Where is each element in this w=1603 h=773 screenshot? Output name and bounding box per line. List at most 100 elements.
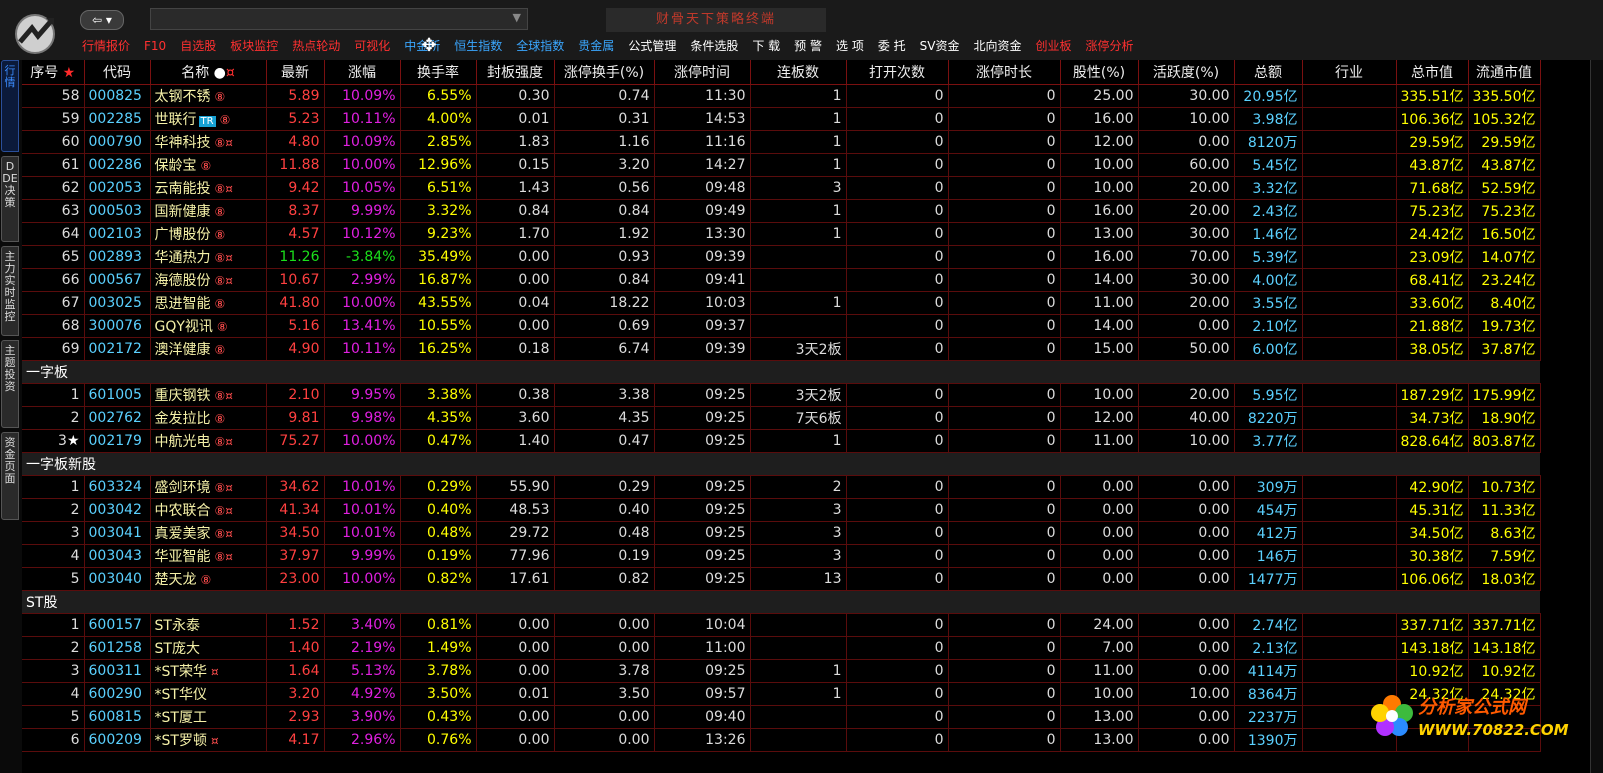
cell-seal: 0.30	[476, 84, 555, 108]
column-header[interactable]: 总市值	[1396, 60, 1469, 85]
column-header[interactable]: 涨停换手(%)	[554, 60, 655, 85]
table-row[interactable]: 2 002762 金发拉比 ⑧ 9.81 9.98% 4.35% 3.60 4.35 09:25 7…	[22, 406, 1541, 430]
table-row[interactable]: 2 003042 中农联合 ⑧¤ 41.34 10.01% 0.40% 48.53 0.40 09…	[22, 498, 1541, 522]
back-forward-button[interactable]: ⇦ ▾	[80, 10, 124, 30]
column-header[interactable]: 股性(%)	[1060, 60, 1139, 85]
menu-item[interactable]: 涨停分析	[1086, 36, 1134, 56]
table-row[interactable]: 3 600311 *ST荣华 ¤ 1.64 5.13% 3.78% 0.00 3.78 09:25…	[22, 659, 1541, 683]
menu-item[interactable]: 热点轮动	[292, 36, 340, 56]
table-row[interactable]: 2 601258 ST庞大 1.40 2.19% 1.49% 0.00 0.00 11:00 0 0…	[22, 636, 1541, 660]
table-row[interactable]: 1 601005 重庆钢铁 ⑧¤ 2.10 9.95% 3.38% 0.38 3.38 09:25…	[22, 383, 1541, 407]
menu-item[interactable]: 委 托	[878, 36, 906, 56]
column-header[interactable]: 代码	[84, 60, 151, 85]
menu-item[interactable]: 选 项	[836, 36, 864, 56]
cell-amt: 2.10亿	[1234, 314, 1303, 338]
column-header[interactable]: 换手率	[400, 60, 477, 85]
table-row[interactable]: 6 600209 *ST罗顿 ¤ 4.17 2.96% 0.76% 0.00 0.00 13:26…	[22, 728, 1541, 752]
cell-amt: 1.46亿	[1234, 222, 1303, 246]
table-row[interactable]: 58 000825 太钢不锈 ⑧ 5.89 10.09% 6.55% 0.30 0.74 11:3…	[22, 84, 1541, 108]
chevron-down-icon[interactable]: ▼	[513, 11, 521, 24]
menu-item[interactable]: F10	[144, 36, 166, 56]
table-row[interactable]: 65 002893 华通热力 ⑧¤ 11.26 -3.84% 35.49% 0.00 0.93 0…	[22, 245, 1541, 269]
menu-item[interactable]: 自选股	[180, 36, 216, 56]
stock-name-cell: *ST罗顿 ¤	[150, 728, 267, 752]
table-row[interactable]: 3 003041 真爱美家 ⑧¤ 34.50 10.01% 0.48% 29.72 0.48 09…	[22, 521, 1541, 545]
sort-star-icon[interactable]: ★	[58, 65, 76, 81]
cell-active: 50.00	[1138, 337, 1235, 361]
menu-item[interactable]: SV资金	[920, 36, 960, 56]
menu-item[interactable]: 公式管理	[628, 36, 676, 56]
menu-item[interactable]: 北向资金	[973, 36, 1021, 56]
cell-amt: 3.98亿	[1234, 107, 1303, 131]
menu-item[interactable]: 贵金属	[578, 36, 614, 56]
column-header[interactable]: 流通市值	[1468, 60, 1541, 85]
cell-ind	[1302, 521, 1397, 545]
column-header[interactable]: 涨幅	[324, 60, 401, 85]
cell-zttime: 09:25	[654, 383, 751, 407]
table-row[interactable]: 61 002286 保龄宝 ⑧ 11.88 10.00% 12.96% 0.15 3.20 14:…	[22, 153, 1541, 177]
vertical-scrollbar[interactable]	[1590, 60, 1603, 773]
cell-zttime: 13:30	[654, 222, 751, 246]
table-row[interactable]: 60 000790 华神科技 ⑧¤ 4.80 10.09% 2.85% 1.83 1.16 11:…	[22, 130, 1541, 154]
cell-seal: 0.00	[476, 636, 555, 660]
table-row[interactable]: 4 003043 华亚智能 ⑧¤ 37.97 9.99% 0.19% 77.96 0.19 09:…	[22, 544, 1541, 568]
column-header[interactable]: 涨停时间	[654, 60, 751, 85]
menu-item[interactable]: 行情报价	[82, 36, 130, 56]
column-header[interactable]: 行业	[1302, 60, 1397, 85]
cell-turn: 4.00%	[400, 107, 477, 131]
column-header[interactable]: 总额	[1234, 60, 1303, 85]
column-header[interactable]: 打开次数	[846, 60, 949, 85]
table-row[interactable]: 68 300076 GQY视讯 ⑧ 5.16 13.41% 10.55% 0.00 0.69 09…	[22, 314, 1541, 338]
column-header[interactable]: 名称 ●¤	[150, 60, 267, 85]
menu-item[interactable]: 条件选股	[690, 36, 738, 56]
table-row[interactable]: 62 002053 云南能投 ⑧¤ 9.42 10.05% 6.51% 1.43 0.56 09:…	[22, 176, 1541, 200]
column-header[interactable]: 活跃度(%)	[1138, 60, 1235, 85]
menu-item[interactable]: 可视化	[354, 36, 390, 56]
cell-chg: 3.90%	[324, 705, 401, 729]
stock-name: *ST厦工	[154, 710, 207, 726]
left-tab[interactable]: 主题投资	[1, 340, 19, 428]
table-row[interactable]: 59 002285 世联行 TR ⑧ 5.23 10.11% 4.00% 0.01 0.31 14:…	[22, 107, 1541, 131]
column-header-label: 流通市值	[1476, 65, 1532, 81]
column-header[interactable]: 最新	[266, 60, 325, 85]
table-row[interactable]: 1 600157 ST永泰 1.52 3.40% 0.81% 0.00 0.00 10:04 0 0…	[22, 613, 1541, 637]
menu-item[interactable]: 板块监控	[230, 36, 278, 56]
table-row[interactable]: 4 600290 *ST华仪 3.20 4.92% 3.50% 0.01 3.50 09:57 1…	[22, 682, 1541, 706]
cell-chg: 4.92%	[324, 682, 401, 706]
table-row[interactable]: 5 003040 楚天龙 ⑧ 23.00 10.00% 0.82% 17.61 0.82 09:2…	[22, 567, 1541, 591]
table-row[interactable]: 5 600815 *ST厦工 2.93 3.90% 0.43% 0.00 0.00 09:40 0…	[22, 705, 1541, 729]
table-row[interactable]: 1 603324 盛剑环境 ⑧¤ 34.62 10.01% 0.29% 55.90 0.29 09…	[22, 475, 1541, 499]
cell-opens: 0	[846, 475, 949, 499]
section-row[interactable]: 一字板	[22, 360, 1540, 384]
menu-item[interactable]: 全球指数	[516, 36, 564, 56]
column-header[interactable]: 序号 ★	[22, 60, 85, 85]
menu-item[interactable]: 创业板	[1036, 36, 1072, 56]
left-tab[interactable]: DDE决策	[1, 156, 19, 242]
address-input[interactable]: ▼	[150, 8, 528, 30]
app-logo-icon[interactable]	[8, 10, 62, 56]
menu-item[interactable]: 恒生指数	[454, 36, 502, 56]
table-row[interactable]: 63 000503 国新健康 ⑧ 8.37 9.99% 3.32% 0.84 0.84 09:49…	[22, 199, 1541, 223]
menu-item[interactable]: 预 警	[794, 36, 822, 56]
cell-ztlen: 0	[948, 567, 1061, 591]
left-tab[interactable]: 资金页面	[1, 432, 19, 520]
left-tab[interactable]: 主力实时监控	[1, 246, 19, 336]
left-tab[interactable]: 行情	[1, 60, 19, 152]
cell-ind	[1302, 659, 1397, 683]
section-row[interactable]: 一字板新股	[22, 452, 1540, 476]
menu-item[interactable]: 下 载	[752, 36, 780, 56]
table-row[interactable]: 3★ 002179 中航光电 ⑧¤ 75.27 10.00% 0.47% 1.40 0.47 09…	[22, 429, 1541, 453]
table-row[interactable]: 67 003025 思进智能 ⑧ 41.80 10.00% 43.55% 0.04 18.22 1…	[22, 291, 1541, 315]
column-header[interactable]: 连板数	[750, 60, 847, 85]
column-header[interactable]: 涨停时长	[948, 60, 1061, 85]
favorite-star-icon[interactable]: ★	[67, 433, 80, 449]
cell-price: 4.57	[266, 222, 325, 246]
cell-gx: 10.00	[1060, 682, 1139, 706]
table-row[interactable]: 69 002172 澳洋健康 ⑧ 4.90 10.11% 16.25% 0.18 6.74 09:…	[22, 337, 1541, 361]
table-row[interactable]: 64 002103 广博股份 ⑧ 4.57 10.12% 9.23% 1.70 1.92 13:3…	[22, 222, 1541, 246]
column-header-label: 股性(%)	[1072, 65, 1126, 81]
column-header[interactable]: 封板强度	[476, 60, 555, 85]
row-index-value: 62	[61, 180, 80, 196]
table-row[interactable]: 66 000567 海德股份 ⑧¤ 10.67 2.99% 16.87% 0.00 0.84 09…	[22, 268, 1541, 292]
section-row[interactable]: ST股	[22, 590, 1540, 614]
